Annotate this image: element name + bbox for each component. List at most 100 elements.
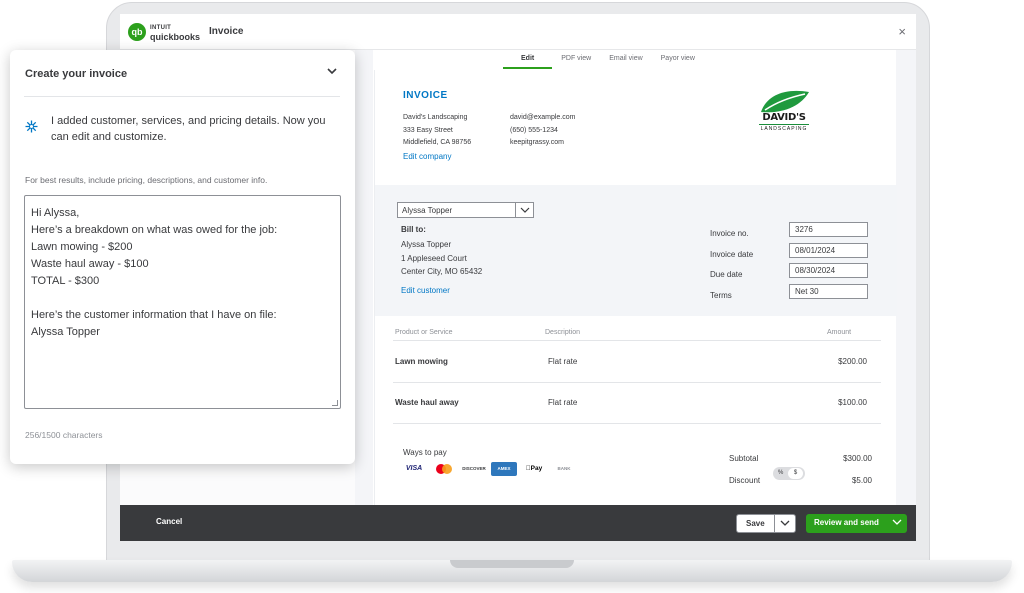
line-item[interactable]: Lawn mowing Flat rate $200.00 — [393, 342, 881, 383]
mastercard-icon — [431, 462, 457, 476]
window-title: Invoice — [209, 26, 244, 37]
line-item-name: Waste haul away — [395, 398, 459, 407]
dollar-option[interactable]: $ — [788, 468, 803, 479]
cancel-button[interactable]: Cancel — [156, 517, 182, 526]
panel-divider — [24, 96, 340, 97]
due-date-field[interactable]: 08/30/2024 — [789, 263, 868, 278]
invoice-paper: INVOICE David's Landscaping 333 Easy Str… — [374, 70, 897, 505]
prompt-line: TOTAL - $300 — [31, 275, 100, 287]
create-invoice-panel: Create your invoice I added customer, se… — [10, 50, 355, 464]
invoice-date-label: Invoice date — [710, 249, 754, 259]
column-product: Product or Service — [395, 329, 453, 336]
totals-values: $300.00 $5.00 — [843, 448, 872, 492]
bank-icon: BANK — [557, 466, 571, 471]
subtotal-value: $300.00 — [843, 454, 872, 463]
amex-icon: AMEX — [491, 462, 517, 476]
contact-phone: (650) 555-1234 — [510, 126, 558, 134]
invoice-date-field[interactable]: 08/01/2024 — [789, 243, 868, 258]
logo-name: DAVID'S — [762, 112, 806, 123]
discover-icon: DISCOVER — [462, 466, 486, 471]
invoice-no-label: Invoice no. — [710, 229, 749, 238]
quickbooks-brand: INTUIT quickbooks — [150, 24, 201, 42]
due-date-label: Due date — [710, 270, 743, 279]
discount-value: $5.00 — [851, 476, 872, 485]
discount-type-toggle[interactable]: % $ — [773, 467, 805, 480]
logo-subtitle: LANDSCAPING — [759, 124, 809, 132]
terms-label: Terms — [710, 290, 732, 300]
contact-email: david@example.com — [510, 114, 576, 121]
line-item[interactable]: Waste haul away Flat rate $100.00 — [393, 383, 881, 424]
footer-bar: Cancel Save Review and send — [120, 505, 916, 541]
panel-title: Create your invoice — [25, 68, 128, 80]
discount-label: Discount — [729, 476, 761, 485]
save-button[interactable]: Save — [736, 514, 796, 533]
line-item-description: Flat rate — [548, 357, 578, 366]
company-name: David's Landscaping — [403, 114, 468, 121]
tab-edit[interactable]: Edit — [503, 52, 553, 69]
prompt-line — [31, 290, 334, 307]
resize-handle[interactable] — [332, 400, 338, 406]
ai-sparkle-icon — [25, 120, 38, 136]
header-divider — [393, 340, 881, 341]
totals-labels: Subtotal Discount — [729, 448, 760, 492]
customer-select[interactable]: Alyssa Topper — [397, 202, 534, 218]
brand-name: quickbooks — [150, 32, 201, 42]
column-description: Description — [545, 329, 581, 336]
prompt-line: Alyssa Topper — [31, 326, 100, 338]
prompt-line: Lawn mowing - $200 — [31, 241, 133, 253]
line-item-amount: $200.00 — [838, 357, 867, 366]
chevron-down-icon[interactable] — [892, 516, 902, 530]
view-tabs: Edit PDF view Email view Payor view — [503, 52, 704, 70]
bill-name: Alyssa Topper — [401, 240, 452, 249]
chevron-down-icon — [515, 203, 533, 217]
edit-company-link[interactable]: Edit company — [403, 152, 451, 161]
invoice-no-field[interactable]: 3276 — [789, 222, 868, 237]
line-item-name: Lawn mowing — [395, 357, 448, 366]
prompt-line: Waste haul away - $100 — [31, 258, 149, 270]
subtotal-label: Subtotal — [729, 454, 759, 463]
save-button-label: Save — [746, 519, 765, 528]
tab-email-view[interactable]: Email view — [600, 52, 651, 69]
line-item-amount: $100.00 — [838, 398, 867, 407]
company-address: David's Landscaping 333 Easy Street Midd… — [403, 112, 471, 150]
percent-option[interactable]: % — [778, 470, 783, 476]
line-item-description: Flat rate — [548, 398, 578, 407]
app-header: qb INTUIT quickbooks Invoice × — [120, 14, 916, 50]
assistant-message: I added customer, services, and pricing … — [51, 115, 326, 143]
contact-website: keepitgrassy.com — [510, 139, 564, 146]
chevron-down-icon[interactable] — [325, 64, 339, 81]
column-amount: Amount — [827, 329, 852, 336]
review-and-send-button[interactable]: Review and send — [806, 514, 907, 533]
tab-pdf-view[interactable]: PDF view — [552, 52, 600, 69]
company-logo: DAVID'S LANDSCAPING — [751, 88, 817, 138]
save-split-divider — [774, 515, 775, 532]
right-backdrop — [896, 50, 916, 505]
prompt-textarea[interactable]: Hi Alyssa, Here’s a breakdown on what wa… — [24, 195, 341, 409]
bill-city: Center City, MO 65432 — [401, 267, 483, 276]
customer-select-value: Alyssa Topper — [402, 206, 453, 215]
bill-to-label: Bill to: — [401, 225, 426, 234]
brand-top: INTUIT — [150, 25, 172, 31]
prompt-hint: For best results, include pricing, descr… — [25, 175, 268, 185]
tab-payor-view[interactable]: Payor view — [652, 52, 704, 69]
chevron-down-icon[interactable] — [780, 517, 790, 531]
terms-field[interactable]: Net 30 — [789, 284, 868, 299]
close-icon[interactable]: × — [898, 24, 906, 39]
quickbooks-logo-icon: qb — [128, 23, 146, 41]
company-contact: david@example.com (650) 555-1234 keepitg… — [510, 112, 575, 150]
laptop-notch — [450, 560, 574, 568]
prompt-line: Here’s the customer information that I h… — [31, 309, 277, 321]
leaf-icon — [761, 90, 809, 113]
edit-customer-link[interactable]: Edit customer — [401, 286, 450, 295]
invoice-meta-labels: Invoice no. Invoice date Due date Terms — [710, 224, 753, 306]
apple-pay-text: Pay — [528, 465, 543, 472]
visa-icon: VISA — [405, 465, 423, 472]
company-street: 333 Easy Street — [403, 126, 453, 134]
payment-methods: VISA DISCOVER AMEX Pay BANK — [401, 462, 577, 476]
prompt-line: Here’s a breakdown on what was owed for … — [31, 224, 278, 236]
character-count: 256/1500 characters — [25, 430, 103, 440]
company-city: Middlefield, CA 98756 — [403, 139, 472, 146]
invoice-heading: INVOICE — [403, 90, 448, 101]
bill-section: Alyssa Topper Bill to: Alyssa Topper 1 A… — [375, 185, 897, 316]
ways-to-pay-label: Ways to pay — [403, 448, 447, 457]
